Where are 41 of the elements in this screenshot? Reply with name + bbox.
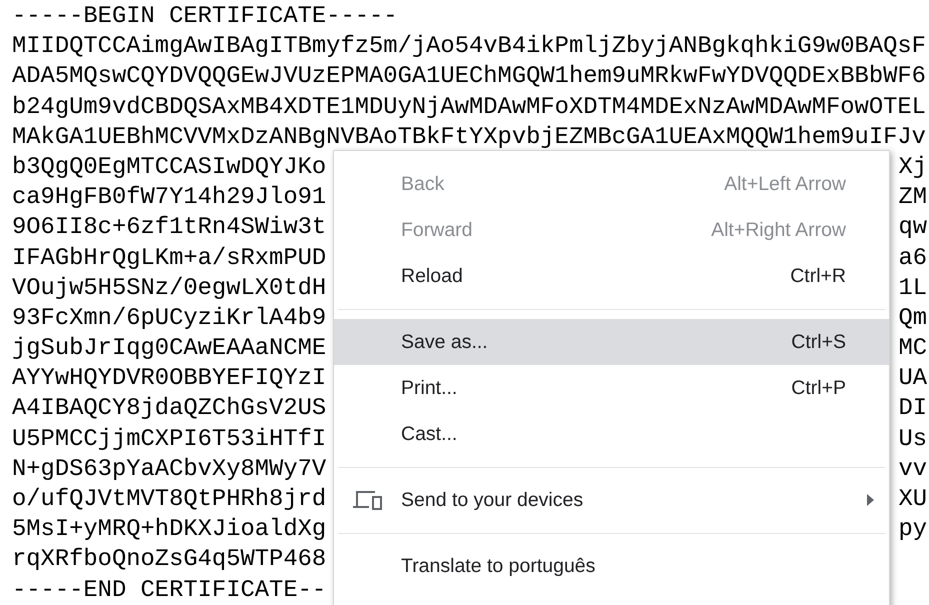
certificate-line: vv	[898, 454, 927, 485]
menu-item[interactable]: Send to your devices	[334, 477, 889, 523]
certificate-line: IFAGbHrQgLKm+a/sRxmPUD	[12, 244, 326, 274]
certificate-line: AYYwHQYDVR0OBBYEFIQYzI	[12, 364, 326, 394]
certificate-line: ADA5MQswCQYDVQQGEwJVUzEPMA0GA1UEChMGQW1hem9uMRkwFwYDVQQDExBBbWF6	[12, 62, 926, 92]
certificate-line: jgSubJrIqg0CAwEAAaNCME	[12, 334, 326, 364]
certificate-line: U5PMCCjjmCXPI6T53iHTfI	[12, 424, 326, 455]
menu-item[interactable]: Save as... Ctrl+S	[334, 319, 889, 365]
menu-item[interactable]: Reload Ctrl+R	[334, 253, 889, 299]
certificate-line: ZM	[898, 183, 927, 214]
certificate-line: rqXRfboQnoZsG4q5WTP468	[12, 545, 326, 576]
certificate-line: MIIDQTCCAimgAwIBAgITBmyfz5m/jAo54vB4ikPmljZbyjANBgkqhkiG9w0BAQsF	[12, 32, 926, 62]
certificate-line: VOujw5H5SNz/0egwLX0tdH	[12, 274, 326, 304]
certificate-line: 1L	[898, 274, 927, 304]
menu-item[interactable]: Cast...	[334, 411, 889, 457]
submenu-arrow-icon	[866, 493, 875, 507]
certificate-line: a6	[898, 244, 927, 274]
certificate-line: N+gDS63pYaACbvXy8MWy7V	[12, 454, 326, 485]
certificate-line: o/ufQJVtMVT8QtPHRh8jrd	[12, 485, 326, 515]
certificate-line: 93FcXmn/6pUCyziKrlA4b9	[12, 304, 326, 334]
certificate-line: Qm	[898, 304, 927, 334]
menu-item[interactable]: Translate to português	[334, 543, 889, 589]
certificate-line: 9O6II8c+6zf1tRn4SWiw3t	[12, 213, 326, 244]
certificate-line: b24gUm9vdCBDQSAxMB4XDTE1MDUyNjAwMDAwMFoXDTM4MDExNzAwMDAwMFowOTEL	[12, 92, 926, 123]
menu-item[interactable]: Print... Ctrl+P	[334, 365, 889, 411]
certificate-line: Us	[898, 424, 927, 455]
certificate-line: py	[898, 515, 927, 546]
certificate-line: ca9HgFB0fW7Y14h29Jlo91	[12, 183, 326, 214]
certificate-line: XU	[898, 485, 927, 515]
certificate-line: Xj	[898, 152, 927, 183]
certificate-line: b3QgQ0EgMTCCASIwDQYJKo	[12, 152, 326, 183]
certificate-line: UA	[898, 364, 927, 394]
certificate-line: DI	[898, 394, 927, 424]
certificate-line: A4IBAQCY8jdaQZChGsV2US	[12, 394, 326, 424]
certificate-line: -----END CERTIFICATE--	[12, 576, 326, 605]
certificate-line: qw	[898, 213, 927, 244]
certificate-line: MAkGA1UEBhMCVVMxDzANBgNVBAoTBkFtYXpvbjEZMBcGA1UEAxMQQW1hem9uIFJv	[12, 122, 926, 153]
devices-icon	[351, 489, 385, 511]
certificate-line: 5MsI+yMRQ+hDKXJioaldXg	[12, 515, 326, 546]
certificate-line: MC	[898, 334, 927, 364]
certificate-line: -----BEGIN CERTIFICATE-----	[12, 2, 398, 32]
